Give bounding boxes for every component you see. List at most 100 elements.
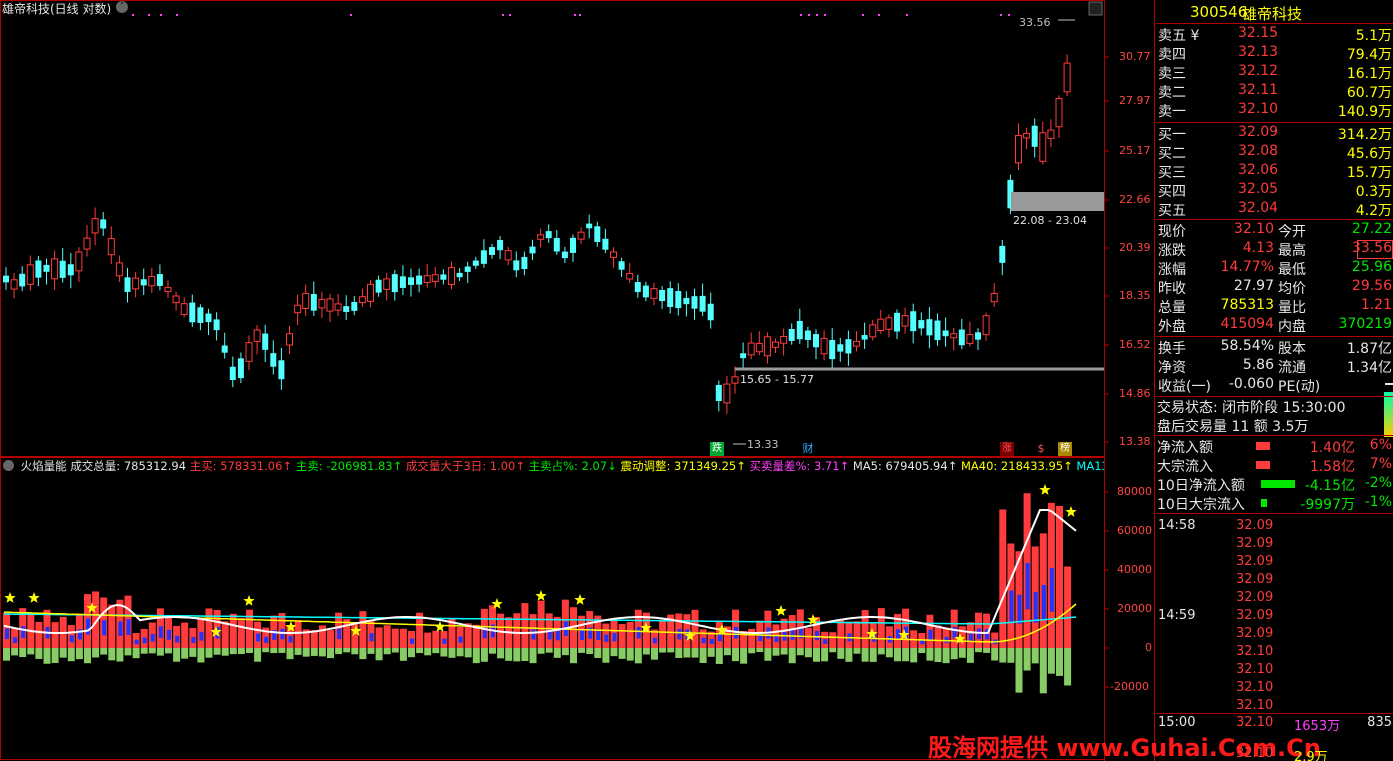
tick-price[interactable]: 32.09 bbox=[1236, 536, 1273, 551]
sell-volume: 5.1万 bbox=[1355, 28, 1392, 44]
candle-down bbox=[740, 353, 747, 359]
tag-bang[interactable]: 榜 bbox=[1058, 442, 1072, 456]
volume-neg-bar bbox=[845, 648, 853, 662]
tick-price[interactable]: 32.10 bbox=[1236, 698, 1273, 713]
candle-down bbox=[440, 274, 447, 280]
candle-down bbox=[59, 260, 66, 278]
buy-label: 买四 bbox=[1158, 184, 1186, 200]
volume-neg-bar bbox=[294, 648, 302, 655]
buy-price[interactable]: 32.04 bbox=[1238, 200, 1278, 216]
candle-up bbox=[107, 238, 115, 256]
volume-neg-bar bbox=[918, 648, 926, 653]
tick-price[interactable]: 32.10 bbox=[1236, 662, 1273, 677]
star-signal bbox=[535, 590, 547, 601]
candle-up bbox=[91, 218, 99, 234]
volume-neg-bar bbox=[651, 648, 658, 660]
volume-neg-bar bbox=[545, 648, 553, 653]
tick-price[interactable]: 32.09 bbox=[1236, 608, 1273, 623]
stat-value: -0.060 bbox=[1228, 376, 1274, 392]
volume-neg-bar bbox=[424, 648, 432, 656]
stat-label: 流通 bbox=[1278, 360, 1306, 376]
volume-neg-bar bbox=[1056, 648, 1063, 676]
tag-cai[interactable]: 财 bbox=[801, 442, 815, 456]
candle-down bbox=[197, 307, 204, 323]
volume-inner-bar bbox=[69, 635, 74, 643]
candle-down bbox=[958, 329, 965, 346]
tick-price[interactable]: 32.09 bbox=[1236, 554, 1273, 569]
volume-inner-bar bbox=[701, 637, 706, 644]
stock-code[interactable]: 300546 bbox=[1190, 3, 1247, 21]
buy-price[interactable]: 32.08 bbox=[1238, 143, 1278, 159]
volume-bar bbox=[327, 630, 334, 648]
signal-dot bbox=[1008, 14, 1010, 16]
candle-up bbox=[950, 333, 958, 339]
candle-up bbox=[253, 329, 261, 343]
volume-bar bbox=[424, 632, 432, 648]
candle-down bbox=[918, 320, 925, 329]
tick-price[interactable]: 32.09 bbox=[1236, 518, 1273, 533]
candle-up bbox=[164, 287, 172, 293]
scroll-indicator[interactable] bbox=[1384, 392, 1393, 437]
volume-inner-bar bbox=[636, 626, 641, 639]
tick-price[interactable]: 32.10 bbox=[1236, 746, 1273, 761]
candle-down bbox=[561, 251, 568, 259]
buy-price[interactable]: 32.05 bbox=[1238, 181, 1278, 197]
volume-inner-bar bbox=[118, 621, 123, 636]
volume-inner-bar bbox=[596, 630, 601, 640]
tag-die[interactable]: 跌 bbox=[710, 442, 724, 456]
volume-neg-bar bbox=[375, 648, 383, 661]
volume-neg-bar bbox=[1064, 648, 1072, 686]
volume-bar bbox=[351, 622, 359, 648]
volume-inner-bar bbox=[758, 632, 763, 642]
candle-down bbox=[845, 339, 852, 354]
sell-price[interactable]: 32.10 bbox=[1238, 101, 1278, 117]
volume-inner-bar bbox=[823, 639, 828, 644]
tick-price[interactable]: 32.09 bbox=[1236, 572, 1273, 587]
volume-neg-bar bbox=[1007, 648, 1015, 663]
sell-volume: 140.9万 bbox=[1337, 104, 1392, 120]
volume-bar bbox=[35, 621, 43, 648]
volume-inner-bar bbox=[199, 631, 204, 641]
stock-name[interactable]: 雄帝科技 bbox=[1242, 3, 1302, 24]
sell-price[interactable]: 32.15 bbox=[1238, 25, 1278, 41]
volume-axis-label: 20000 bbox=[1117, 602, 1152, 615]
candle-down bbox=[861, 335, 868, 340]
candle-up bbox=[423, 275, 431, 283]
tick-price[interactable]: 32.09 bbox=[1236, 590, 1273, 605]
volume-neg-bar bbox=[165, 648, 172, 654]
candle-down bbox=[813, 334, 819, 348]
volume-neg-bar bbox=[148, 648, 156, 654]
divider bbox=[1156, 713, 1393, 714]
volume-neg-bar bbox=[1047, 648, 1055, 674]
flow-bar bbox=[1261, 480, 1295, 488]
indicator-name[interactable]: 火焰量能 bbox=[21, 459, 67, 473]
tick-price[interactable]: 32.10 bbox=[1236, 715, 1273, 730]
volume-inner-bar bbox=[709, 638, 714, 644]
sell-price[interactable]: 32.11 bbox=[1238, 82, 1278, 98]
chevron-down-icon[interactable]: ˅ bbox=[116, 1, 128, 13]
stat-label: 涨跌 bbox=[1158, 243, 1186, 259]
volume-neg-bar bbox=[772, 648, 780, 656]
tick-price[interactable]: 32.09 bbox=[1236, 626, 1273, 641]
volume-axis-label: -20000 bbox=[1110, 680, 1149, 693]
tag-zhang[interactable]: 涨 bbox=[1000, 442, 1014, 456]
tag-dollar[interactable]: $ bbox=[1034, 442, 1048, 456]
volume-bar bbox=[837, 620, 845, 648]
chevron-down-icon[interactable] bbox=[3, 460, 14, 471]
sell-price[interactable]: 32.12 bbox=[1238, 63, 1278, 79]
candle-down bbox=[140, 279, 147, 286]
tick-price[interactable]: 32.10 bbox=[1236, 644, 1273, 659]
volume-bar bbox=[1056, 506, 1063, 648]
buy-price[interactable]: 32.06 bbox=[1238, 162, 1278, 178]
candle-down bbox=[594, 226, 601, 242]
volume-bar bbox=[626, 621, 634, 648]
sell-price[interactable]: 32.13 bbox=[1238, 44, 1278, 60]
volume-inner-bar bbox=[86, 618, 90, 635]
candle-up bbox=[245, 342, 253, 362]
candle-up bbox=[75, 251, 83, 272]
buy-price[interactable]: 32.09 bbox=[1238, 124, 1278, 140]
volume-inner-bar bbox=[21, 626, 26, 639]
candle-down bbox=[570, 237, 576, 253]
candle-down bbox=[910, 311, 917, 332]
tick-price[interactable]: 32.10 bbox=[1236, 680, 1273, 695]
